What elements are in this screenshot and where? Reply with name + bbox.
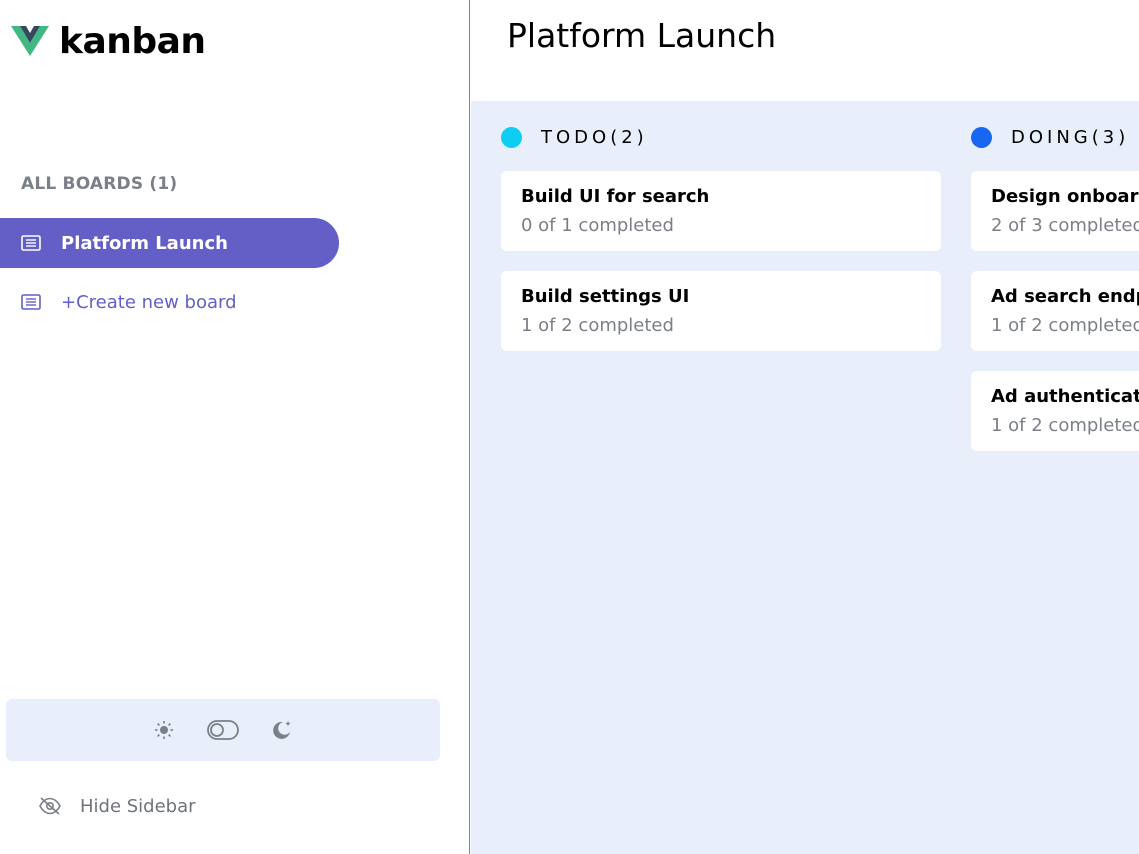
task-card[interactable]: Build UI for search 0 of 1 completed: [501, 171, 941, 251]
board-list-icon: [20, 293, 42, 311]
sidebar-item-label: Platform Launch: [61, 232, 228, 254]
task-subtasks: 1 of 2 completed: [991, 415, 1139, 436]
column-status-dot: [501, 126, 522, 148]
task-subtasks: 2 of 3 completed: [991, 215, 1139, 236]
board-list-icon: [20, 234, 42, 252]
logo-text: kanban: [59, 20, 206, 62]
board-area: TODO(2) Build UI for search 0 of 1 compl…: [471, 101, 1139, 854]
boards-heading: ALL BOARDS (1): [21, 174, 178, 194]
create-board-label: +Create new board: [61, 291, 237, 313]
logo[interactable]: kanban: [11, 20, 206, 62]
sun-icon[interactable]: [153, 719, 175, 741]
column-header: TODO(2): [501, 125, 648, 149]
task-title: Ad search endpoint: [991, 286, 1139, 307]
task-title: Build UI for search: [521, 186, 710, 207]
task-subtasks: 0 of 1 completed: [521, 215, 674, 236]
column-header: DOING(3): [971, 125, 1129, 149]
task-subtasks: 1 of 2 completed: [521, 315, 674, 336]
column-title: DOING(3): [1011, 126, 1130, 148]
sidebar-item-platform-launch[interactable]: Platform Launch: [0, 218, 339, 268]
column-title: TODO(2): [541, 126, 648, 148]
task-card[interactable]: Ad authentication endpoint 1 of 2 comple…: [971, 371, 1139, 451]
vue-logo-icon: [11, 26, 49, 56]
eye-slash-icon: [39, 797, 61, 815]
theme-switcher: [6, 699, 440, 761]
column-status-dot: [971, 126, 992, 148]
task-card[interactable]: Ad search endpoint 1 of 2 completed: [971, 271, 1139, 351]
create-board-button[interactable]: +Create new board: [0, 277, 339, 327]
task-card[interactable]: Build settings UI 1 of 2 completed: [501, 271, 941, 351]
theme-toggle-switch[interactable]: [207, 720, 239, 740]
board-header: Platform Launch: [471, 0, 1139, 101]
hide-sidebar-button[interactable]: Hide Sidebar: [38, 791, 196, 821]
task-subtasks: 1 of 2 completed: [991, 315, 1139, 336]
sidebar: kanban ALL BOARDS (1) Platform Launch +C…: [0, 0, 470, 854]
hide-sidebar-label: Hide Sidebar: [80, 795, 196, 817]
task-title: Build settings UI: [521, 286, 690, 307]
task-title: Design onboarding flow: [991, 186, 1139, 207]
page-title: Platform Launch: [507, 16, 777, 55]
task-title: Ad authentication endpoint: [991, 386, 1139, 407]
task-card[interactable]: Design onboarding flow 2 of 3 completed: [971, 171, 1139, 251]
moon-icon[interactable]: [271, 719, 293, 741]
